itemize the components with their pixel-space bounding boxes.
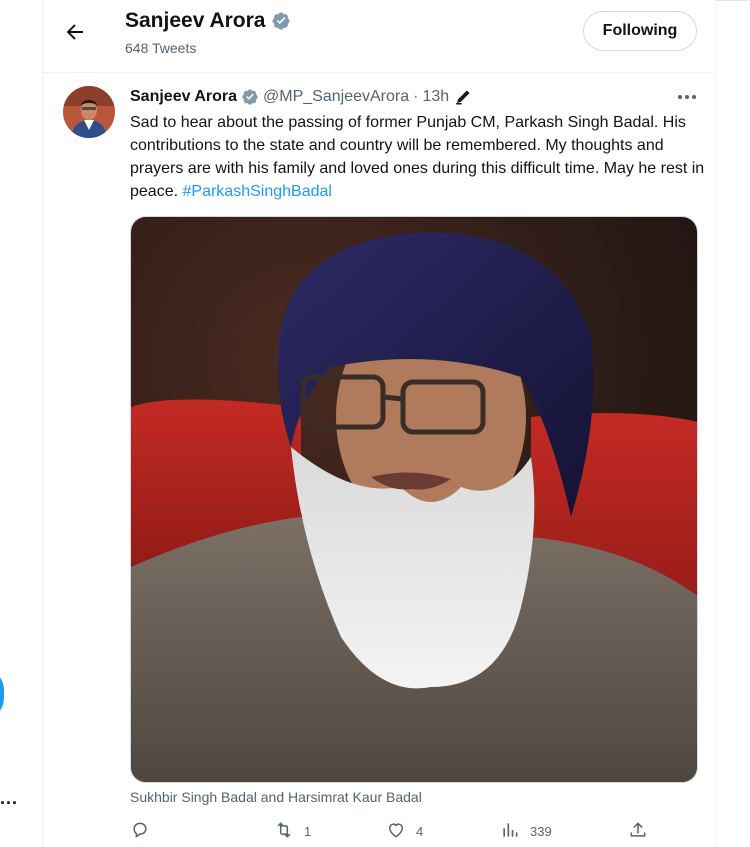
verified-badge-icon — [241, 88, 259, 106]
tweet-time[interactable]: 13h — [422, 88, 449, 106]
tweet-actions: 1 4 339 — [130, 820, 705, 844]
separator-dot: · — [413, 88, 419, 105]
tweet-photo[interactable] — [130, 216, 698, 783]
media-caption: Sukhbir Singh Badal and Harsimrat Kaur B… — [130, 789, 422, 805]
back-arrow-icon[interactable] — [63, 20, 87, 44]
tweet-compose-button[interactable] — [0, 668, 4, 720]
left-rail: ... — [0, 0, 42, 847]
share-button[interactable] — [628, 820, 648, 843]
heart-icon — [386, 820, 406, 843]
views-count: 339 — [530, 824, 552, 839]
header-name: Sanjeev Arora — [125, 9, 266, 32]
following-button[interactable]: Following — [583, 11, 697, 51]
share-icon — [628, 820, 648, 843]
views-chart-icon — [500, 820, 520, 843]
like-count: 4 — [416, 824, 424, 839]
edited-pencil-icon[interactable] — [454, 88, 472, 106]
retweet-button[interactable]: 1 — [274, 820, 311, 843]
hashtag-link[interactable]: #ParkashSinghBadal — [183, 183, 332, 200]
more-menu-button[interactable]: ... — [0, 788, 18, 809]
tweet-count: 648 Tweets — [125, 40, 197, 56]
like-button[interactable]: 4 — [386, 820, 423, 843]
views-button[interactable]: 339 — [500, 820, 552, 843]
author-name[interactable]: Sanjeev Arora — [130, 88, 237, 106]
retweet-icon — [274, 820, 294, 843]
avatar[interactable] — [63, 86, 115, 138]
page-title: Sanjeev Arora — [125, 9, 291, 33]
profile-header: Sanjeev Arora 648 Tweets Following — [43, 0, 715, 73]
author-handle[interactable]: @MP_SanjeevArora — [263, 88, 409, 106]
more-options-icon[interactable] — [675, 88, 699, 106]
reply-button[interactable] — [130, 820, 160, 843]
main-column: Sanjeev Arora 648 Tweets Following Sanje… — [42, 0, 716, 847]
retweet-count: 1 — [304, 824, 312, 839]
reply-icon — [130, 820, 150, 843]
verified-badge-icon — [271, 11, 291, 31]
tweet-header: Sanjeev Arora @MP_SanjeevArora · 13h — [130, 86, 472, 108]
tweet-text: Sad to hear about the passing of former … — [130, 111, 705, 203]
